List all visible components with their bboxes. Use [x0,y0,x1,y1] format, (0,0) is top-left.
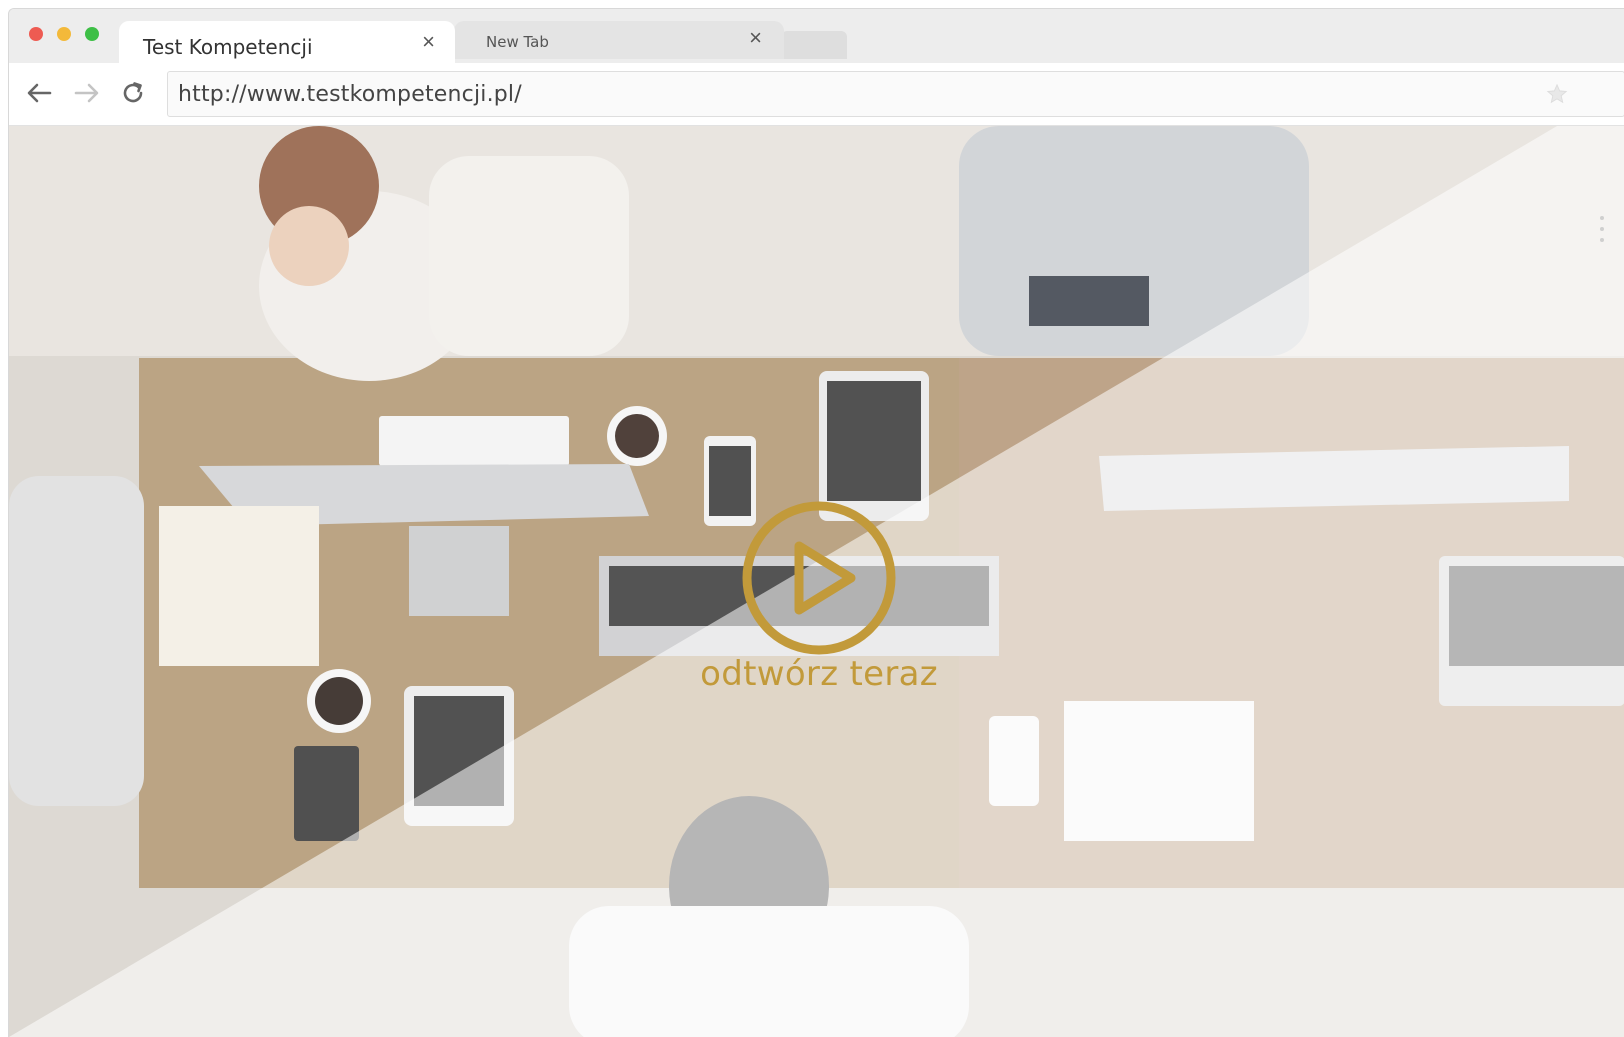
tab-bar: Test Kompetencji × New Tab × [9,9,1624,65]
back-button[interactable] [23,77,55,109]
play-circle-icon [742,501,896,655]
tab-title: New Tab [486,33,549,51]
address-bar[interactable]: http://www.testkompetencji.pl/ [167,71,1624,117]
tab-title: Test Kompetencji [143,35,313,59]
browser-toolbar: http://www.testkompetencji.pl/ [9,63,1624,126]
window-minimize-button[interactable] [57,27,71,41]
forward-button[interactable] [71,77,103,109]
window-close-button[interactable] [29,27,43,41]
window-maximize-button[interactable] [85,27,99,41]
url-text: http://www.testkompetencji.pl/ [178,82,522,107]
star-icon[interactable] [1546,83,1568,105]
more-options-icon[interactable] [1599,214,1605,244]
close-icon[interactable]: × [422,31,435,53]
play-button[interactable] [739,498,899,658]
arrow-right-icon [74,83,99,103]
play-caption[interactable]: odtwórz teraz [629,654,1009,694]
tab-new-tab[interactable]: New Tab × [454,21,784,59]
arrow-left-icon [27,83,52,103]
reload-button[interactable] [117,77,149,109]
close-icon[interactable]: × [749,27,762,49]
tab-test-kompetencji[interactable]: Test Kompetencji × [119,21,455,65]
page-content: odtwórz teraz [9,126,1624,1037]
reload-icon [123,82,143,103]
browser-window: Test Kompetencji × New Tab × http://www.… [8,8,1624,1037]
new-tab-button[interactable] [781,31,847,59]
